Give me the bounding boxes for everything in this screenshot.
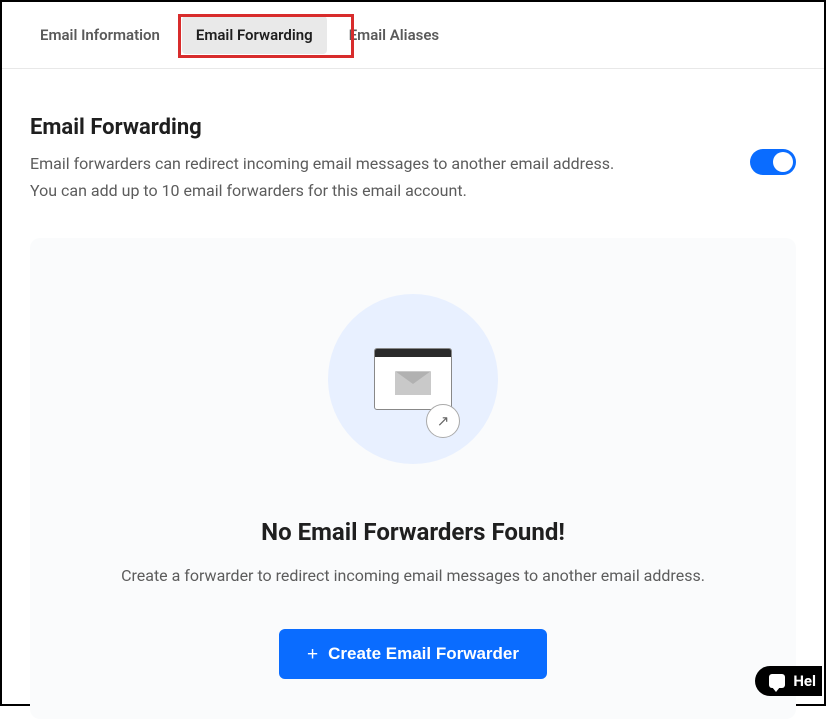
main-content: Email Forwarding Email forwarders can re… [2, 69, 824, 719]
tab-bar: Email Information Email Forwarding Email… [2, 2, 824, 69]
tab-email-aliases[interactable]: Email Aliases [335, 16, 453, 54]
create-button-label: Create Email Forwarder [328, 644, 519, 664]
empty-state-illustration: ↗ [328, 294, 498, 464]
section-title: Email Forwarding [30, 115, 734, 140]
tab-email-information[interactable]: Email Information [26, 16, 174, 54]
window-icon [374, 348, 452, 410]
chat-icon [769, 674, 785, 688]
empty-state-card: ↗ No Email Forwarders Found! Create a fo… [30, 238, 796, 719]
empty-state-description: Create a forwarder to redirect incoming … [58, 566, 768, 585]
tab-email-forwarding[interactable]: Email Forwarding [182, 16, 327, 54]
plus-icon: + [307, 645, 318, 664]
envelope-icon [395, 371, 431, 395]
help-chat-widget[interactable]: Hel [755, 666, 822, 696]
section-description-line2: You can add up to 10 email forwarders fo… [30, 177, 734, 204]
create-email-forwarder-button[interactable]: + Create Email Forwarder [279, 629, 547, 679]
empty-state-title: No Email Forwarders Found! [58, 518, 768, 546]
forwarding-toggle[interactable] [750, 149, 796, 175]
help-label: Hel [793, 672, 816, 690]
section-description-line1: Email forwarders can redirect incoming e… [30, 150, 734, 177]
heading-row: Email Forwarding Email forwarders can re… [30, 115, 796, 204]
forward-arrow-icon: ↗ [426, 404, 460, 438]
